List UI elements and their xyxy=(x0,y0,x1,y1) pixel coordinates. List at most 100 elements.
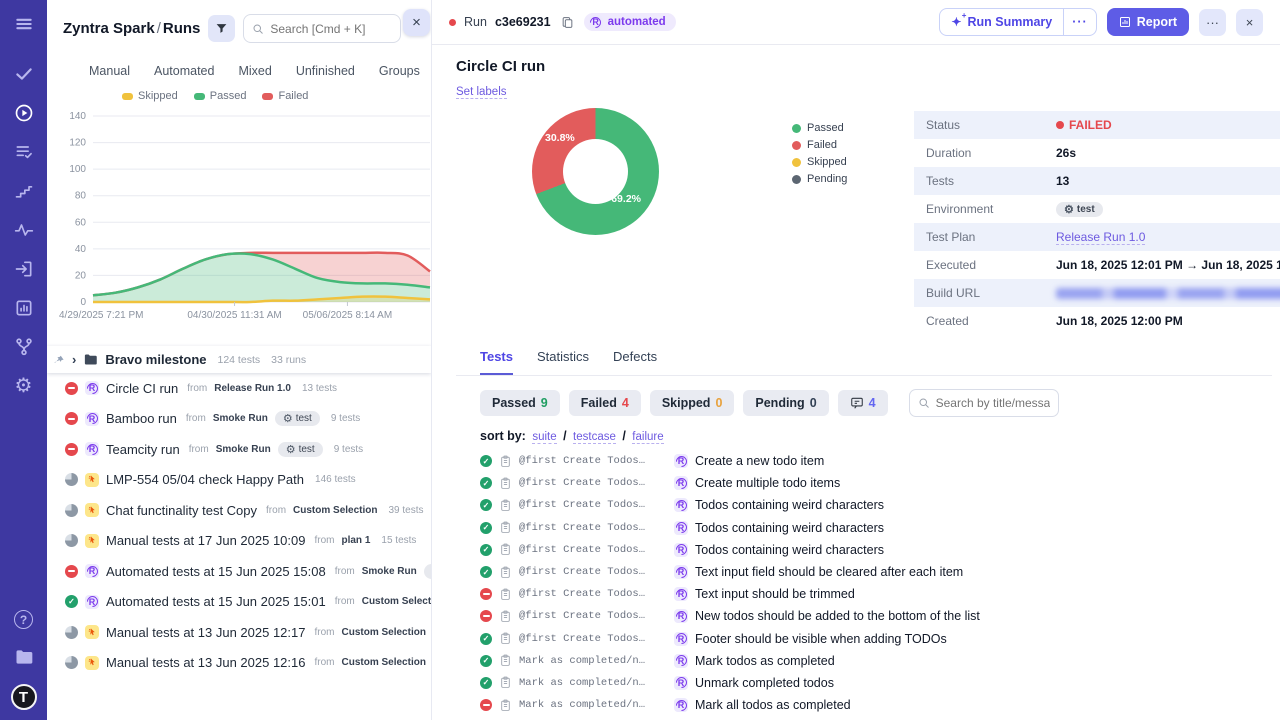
tests-search[interactable] xyxy=(909,389,1059,417)
test-list-item[interactable]: @first Create Todos…RTodos containing we… xyxy=(480,517,1248,539)
steps-icon[interactable] xyxy=(12,179,36,203)
tab-manual[interactable]: Manual xyxy=(89,64,130,78)
detail-label: Test Plan xyxy=(926,230,1056,244)
run-from-name: Custom Selection xyxy=(293,505,377,516)
passed-status-icon xyxy=(480,677,492,689)
sort-by-testcase[interactable]: testcase xyxy=(573,431,616,444)
breadcrumb-current: Runs xyxy=(163,20,201,37)
gear-icon[interactable]: ⚙ xyxy=(12,374,36,398)
run-list-item[interactable]: RAutomated tests at 15 Jun 2025 15:08fro… xyxy=(47,556,431,587)
list-check-icon[interactable] xyxy=(12,140,36,164)
run-list-item[interactable]: Chat functinality test CopyfromCustom Se… xyxy=(47,495,431,526)
run-list-item[interactable]: RTeamcity runfromSmoke Run⚙test9 tests xyxy=(47,434,431,465)
menu-icon[interactable] xyxy=(12,12,36,36)
filter-pill-skipped[interactable]: Skipped0 xyxy=(650,390,735,416)
detail-label: Created xyxy=(926,314,1056,328)
folder-icon[interactable] xyxy=(12,645,36,669)
test-list-item[interactable]: @first Create Todos…RCreate a new todo i… xyxy=(480,450,1248,472)
activity-icon[interactable] xyxy=(12,218,36,242)
report-button[interactable]: Report xyxy=(1107,8,1189,36)
filter-pill-failed[interactable]: Failed4 xyxy=(569,390,641,416)
sort-by-suite[interactable]: suite xyxy=(532,431,556,444)
test-list-item[interactable]: @first Create Todos…RNew todos should be… xyxy=(480,605,1248,627)
bar-chart-icon[interactable] xyxy=(12,296,36,320)
manual-run-icon xyxy=(85,534,99,548)
test-list-item[interactable]: @first Create Todos…RTodos containing we… xyxy=(480,539,1248,561)
run-detail-topbar: Run c3e69231 R automated ✦+ Run Summary … xyxy=(432,0,1280,45)
test-list-item[interactable]: Mark as completed/n…RMark all todos as c… xyxy=(480,694,1248,716)
copy-run-id-button[interactable] xyxy=(559,14,576,31)
test-suite-path: @first Create Todos… xyxy=(519,566,667,578)
play-circle-icon[interactable] xyxy=(12,101,36,125)
run-summary-button[interactable]: ✦+ Run Summary xyxy=(939,8,1064,36)
passed-status-icon xyxy=(480,522,492,534)
run-summary-more-button[interactable]: ··· xyxy=(1064,8,1097,36)
run-title: Automated tests at 15 Jun 2025 15:08 xyxy=(106,564,326,579)
test-list-item[interactable]: @first Create Todos…RCreate multiple tod… xyxy=(480,472,1248,494)
run-status-value: FAILED xyxy=(1056,118,1112,132)
filter-button[interactable] xyxy=(208,15,235,42)
run-list-item[interactable]: Manual tests at 13 Jun 2025 12:16fromCus… xyxy=(47,648,431,679)
run-title: Manual tests at 13 Jun 2025 12:16 xyxy=(106,655,305,670)
more-options-button[interactable]: ··· xyxy=(1199,9,1226,36)
test-suite-path: @first Create Todos… xyxy=(519,477,667,489)
git-branch-icon[interactable] xyxy=(12,335,36,359)
test-list-item[interactable]: @first Create Todos…RText input field sh… xyxy=(480,561,1248,583)
run-list-item[interactable]: LMP-554 05/04 check Happy Path146 tests xyxy=(47,465,431,496)
clipboard-icon-wrap xyxy=(499,499,512,512)
filter-pill-pending[interactable]: Pending0 xyxy=(743,390,828,416)
svg-text:100: 100 xyxy=(69,164,86,175)
runs-search[interactable] xyxy=(243,14,401,43)
test-title: New todos should be added to the bottom … xyxy=(695,609,980,623)
run-title: Circle CI run xyxy=(106,381,178,396)
finished-status-icon xyxy=(65,656,78,669)
tab-tests[interactable]: Tests xyxy=(480,349,513,375)
comments-filter-pill[interactable]: 4 xyxy=(838,390,888,416)
close-detail-button[interactable]: × xyxy=(1236,9,1263,36)
tests-search-input[interactable] xyxy=(936,396,1050,410)
help-icon[interactable]: ? xyxy=(14,610,33,629)
sparkle-icon: ✦+ xyxy=(951,16,961,28)
test-plan-link[interactable]: Release Run 1.0 xyxy=(1056,230,1145,245)
test-filters: Passed9 Failed4 Skipped0 Pending0 4 xyxy=(456,376,1272,417)
clipboard-icon-wrap xyxy=(499,676,512,689)
close-panel-button[interactable]: × xyxy=(403,9,430,36)
tab-groups[interactable]: Groups xyxy=(379,64,420,78)
tab-statistics[interactable]: Statistics xyxy=(537,349,589,375)
test-list-item[interactable]: @first Create Todos…RFooter should be vi… xyxy=(480,628,1248,650)
finished-status-icon xyxy=(65,534,78,547)
tab-automated[interactable]: Automated xyxy=(154,64,214,78)
environment-badge: ⚙test xyxy=(1056,202,1103,217)
tab-defects[interactable]: Defects xyxy=(613,349,657,375)
sign-in-icon[interactable] xyxy=(12,257,36,281)
donut-legend-label: Failed xyxy=(807,139,837,151)
run-list-item[interactable]: Manual tests at 17 Jun 2025 10:09frompla… xyxy=(47,526,431,557)
build-url-redacted[interactable] xyxy=(1056,288,1280,299)
donut-legend-item: Pending xyxy=(792,173,892,185)
test-title: Text input should be trimmed xyxy=(695,587,855,601)
tab-mixed[interactable]: Mixed xyxy=(238,64,271,78)
test-list-item[interactable]: Mark as completed/n…RMark todos as compl… xyxy=(480,650,1248,672)
check-icon[interactable] xyxy=(12,62,36,86)
filter-pill-passed[interactable]: Passed9 xyxy=(480,390,560,416)
automated-badge: R automated xyxy=(584,13,676,31)
detail-row: CreatedJun 18, 2025 12:00 PM xyxy=(914,307,1280,335)
environment-badge: ⚙test xyxy=(275,411,320,426)
test-list-item[interactable]: @first Create Todos…RTodos containing we… xyxy=(480,494,1248,516)
clipboard-icon xyxy=(499,676,512,689)
run-list-item[interactable]: RAutomated tests at 15 Jun 2025 15:01fro… xyxy=(47,587,431,618)
breadcrumb-project[interactable]: Zyntra Spark xyxy=(63,20,155,37)
milestone-row[interactable]: › Bravo milestone 124 tests 33 runs xyxy=(47,346,431,373)
run-list-item[interactable]: Manual tests at 13 Jun 2025 12:17fromCus… xyxy=(47,617,431,648)
run-list-item[interactable]: RCircle CI runfromRelease Run 1.013 test… xyxy=(47,373,431,404)
chevron-right-icon[interactable]: › xyxy=(72,352,76,367)
sort-by-failure[interactable]: failure xyxy=(632,431,663,444)
tab-unfinished[interactable]: Unfinished xyxy=(296,64,355,78)
set-labels-link[interactable]: Set labels xyxy=(456,86,507,99)
pin-icon xyxy=(52,353,66,367)
test-list-item[interactable]: Mark as completed/n…RUnmark completed to… xyxy=(480,672,1248,694)
runs-search-input[interactable] xyxy=(270,22,392,36)
run-list-item[interactable]: RBamboo runfromSmoke Run⚙test9 tests xyxy=(47,404,431,435)
test-list-item[interactable]: @first Create Todos…RText input should b… xyxy=(480,583,1248,605)
app-logo[interactable]: T xyxy=(11,684,37,710)
